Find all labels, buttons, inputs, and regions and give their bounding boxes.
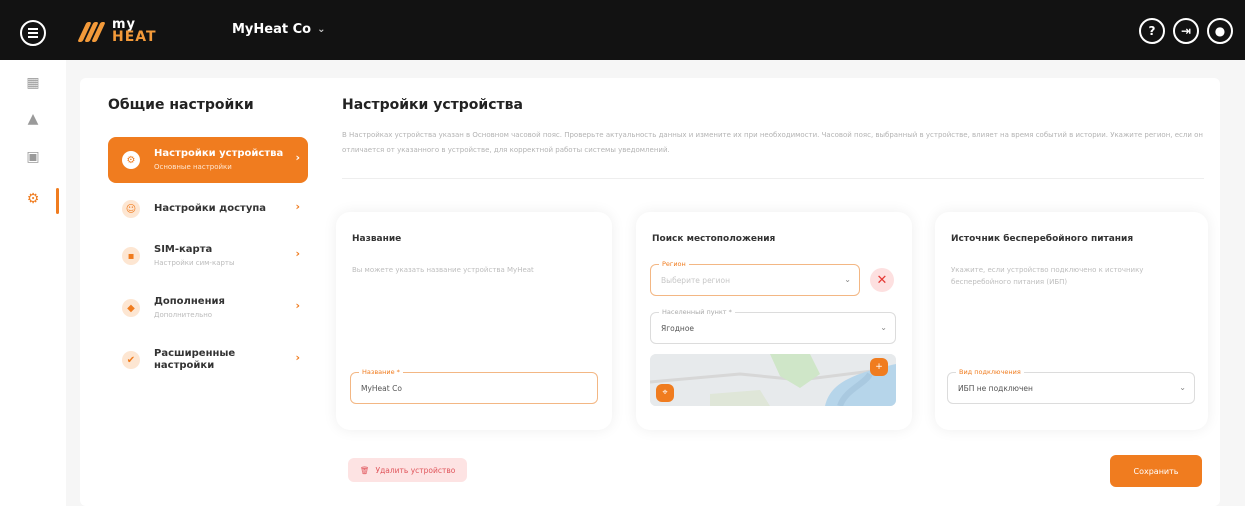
card-title: Источник бесперебойного питания [951, 234, 1134, 244]
map-graphic [650, 354, 896, 406]
top-bar: my HEAT MyHeat Co ⌄ ? ⇥ ● [0, 0, 1245, 60]
field-value: MyHeat Co [361, 384, 402, 393]
field-value: Ягодное [661, 324, 695, 333]
gear-icon: ⚙ [122, 151, 140, 169]
company-selector[interactable]: MyHeat Co ⌄ [232, 22, 325, 37]
sidebar-item-addons[interactable]: ◆ Дополнения Дополнительно › [108, 285, 308, 331]
device-name-field[interactable]: Название * MyHeat Co [350, 367, 598, 404]
sidebar-item-advanced[interactable]: ✔ Расширенные настройки › [108, 337, 308, 383]
field-label: Регион [659, 259, 689, 269]
header-actions: ? ⇥ ● [1139, 18, 1233, 44]
settings-icon[interactable]: ⚙ [24, 190, 42, 208]
page-title: Настройки устройства [342, 97, 523, 113]
addon-icon: ◆ [122, 299, 140, 317]
sidebar-item-sub: Дополнительно [154, 311, 213, 319]
card-title: Поиск местоположения [652, 234, 776, 244]
app-logo[interactable]: my HEAT [77, 16, 157, 46]
zoom-icon[interactable]: + [870, 358, 888, 376]
company-name: MyHeat Co [232, 22, 312, 37]
sidebar-item-sim[interactable]: ▪ SIM-карта Настройки сим-карты › [108, 233, 308, 279]
user-icon[interactable]: ● [1207, 18, 1233, 44]
location-card: Поиск местоположения Регион Выберите рег… [636, 212, 912, 430]
divider [342, 178, 1204, 179]
locate-icon[interactable]: ⌖ [656, 384, 674, 402]
sim-icon: ▪ [122, 247, 140, 265]
sidebar-item-label: Настройки доступа [154, 203, 266, 214]
chevron-right-icon: › [295, 299, 300, 312]
trash-icon: 🗑 [360, 465, 370, 475]
field-value: ИБП не подключен [958, 384, 1033, 393]
chevron-down-icon: ⌄ [880, 323, 887, 332]
sidebar-title: Общие настройки [108, 97, 254, 113]
check-icon: ✔ [122, 351, 140, 369]
sidebar-item-label: Расширенные настройки [154, 348, 236, 371]
city-select[interactable]: Населенный пункт * Ягодное ⌄ [650, 307, 896, 344]
sidebar-item-sub: Настройки сим-карты [154, 259, 235, 267]
chevron-down-icon: ⌄ [1179, 383, 1186, 392]
chevron-down-icon: ⌄ [317, 24, 326, 35]
sidebar-item-sub: Основные настройки [154, 163, 232, 171]
left-rail: ▦ ▲ ▣ ⚙ [0, 60, 66, 506]
access-icon: ☺ [122, 200, 140, 218]
sidebar-item-device-settings[interactable]: ⚙ Настройки устройства Основные настройк… [108, 137, 308, 183]
logo-mark-icon [77, 20, 106, 42]
help-icon[interactable]: ? [1139, 18, 1165, 44]
ups-connection-select[interactable]: Вид подключения ИБП не подключен ⌄ [947, 367, 1195, 404]
delete-label: Удалить устройство [375, 465, 456, 475]
page-description: В Настройках устройства указан в Основно… [342, 131, 1203, 154]
warning-icon[interactable]: ▲ [24, 110, 42, 128]
logo-text: my HEAT [112, 17, 157, 45]
ups-card: Источник бесперебойного питания Укажите,… [935, 212, 1208, 430]
field-label: Название * [359, 367, 403, 377]
chevron-right-icon: › [295, 200, 300, 213]
save-button[interactable]: Сохранить [1110, 455, 1202, 487]
rail-active-indicator [56, 188, 59, 214]
name-card: Название Вы можете указать название устр… [336, 212, 612, 430]
field-label: Населенный пункт * [659, 307, 735, 317]
card-description: Вы можете указать название устройства My… [352, 266, 534, 274]
map-preview[interactable]: ⌖ + [650, 354, 896, 406]
dashboard-icon[interactable]: ▦ [24, 74, 42, 92]
chevron-down-icon: ⌄ [844, 275, 851, 284]
clear-region-button[interactable]: ✕ [870, 268, 894, 292]
login-icon[interactable]: ⇥ [1173, 18, 1199, 44]
sidebar-item-label: Дополнения [154, 296, 225, 307]
sidebar-item-label: Настройки устройства [154, 148, 284, 159]
chevron-right-icon: › [295, 151, 300, 164]
card-title: Название [352, 234, 402, 244]
chevron-right-icon: › [295, 247, 300, 260]
field-placeholder: Выберите регион [661, 276, 730, 285]
chevron-right-icon: › [295, 351, 300, 364]
delete-device-button[interactable]: 🗑 Удалить устройство [348, 458, 468, 482]
field-label: Вид подключения [956, 367, 1024, 377]
region-select[interactable]: Регион Выберите регион ⌄ [650, 259, 860, 296]
menu-icon[interactable] [20, 20, 46, 46]
device-icon[interactable]: ▣ [24, 148, 42, 166]
sidebar-item-label: SIM-карта [154, 244, 213, 255]
card-description: Укажите, если устройство подключено к ис… [951, 266, 1144, 286]
sidebar-item-access-settings[interactable]: ☺ Настройки доступа › [108, 186, 308, 232]
